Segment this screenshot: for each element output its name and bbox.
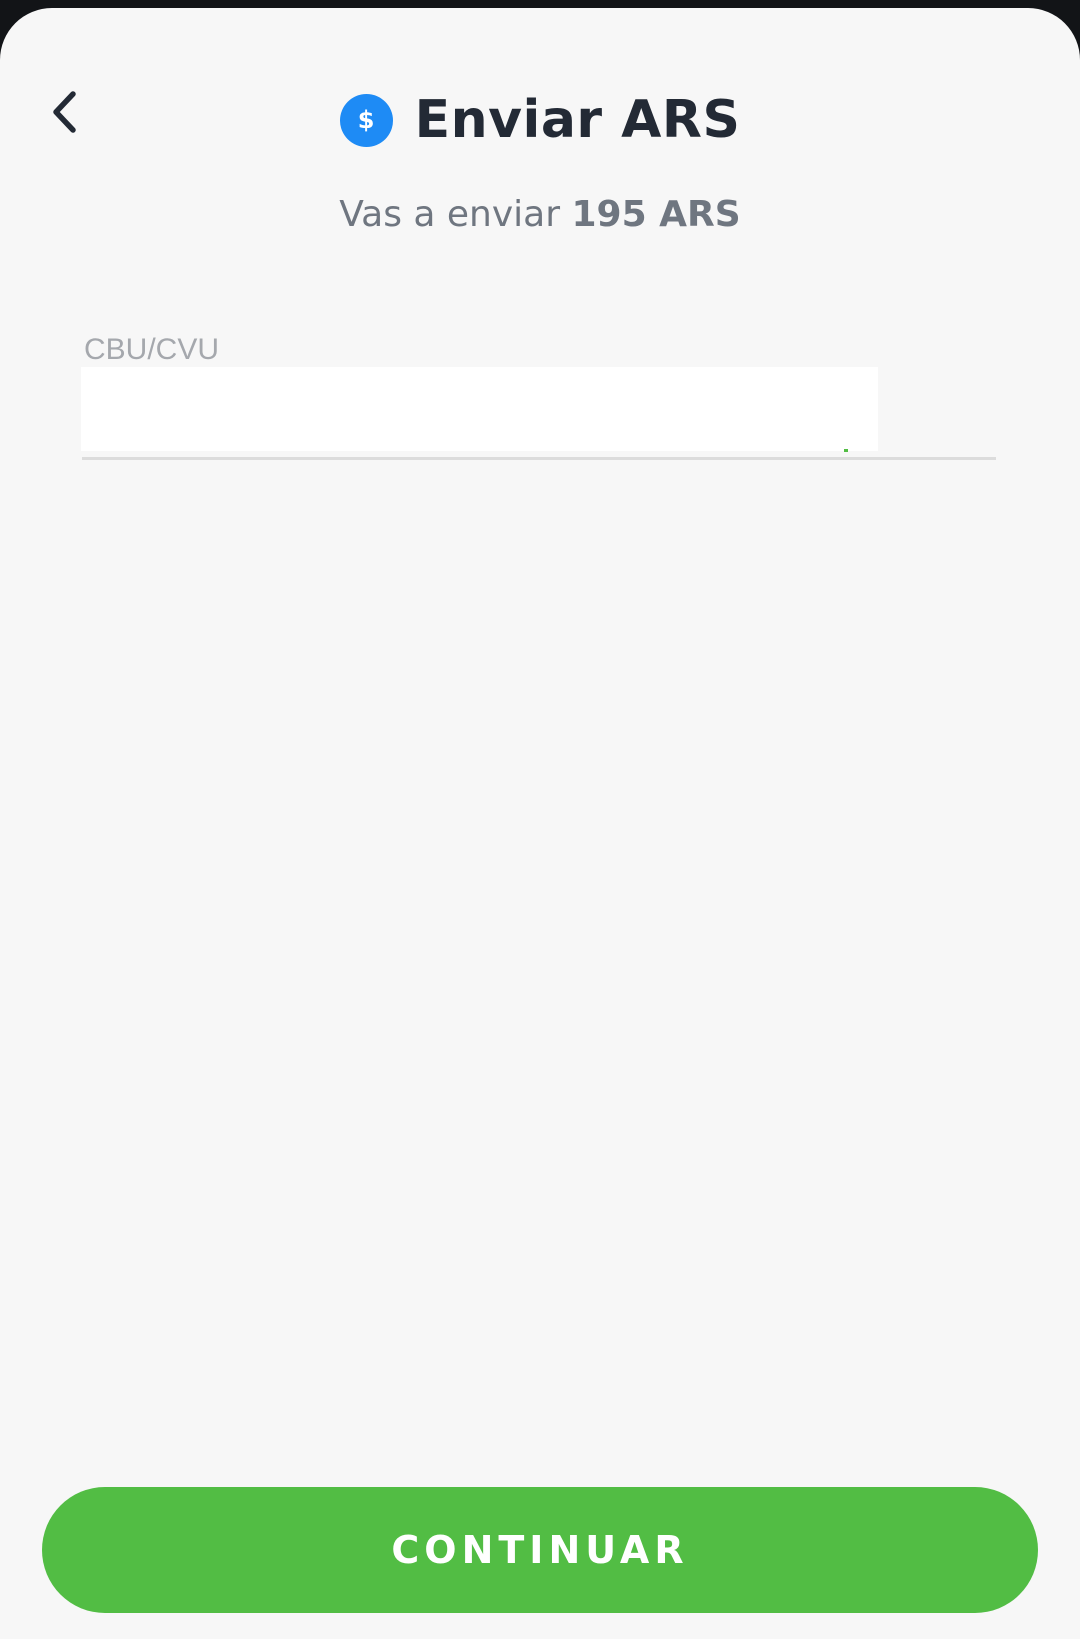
cbu-field-underline <box>82 457 996 460</box>
send-summary-prefix: Vas a enviar <box>339 194 561 235</box>
continue-button[interactable]: CONTINUAR <box>42 1487 1038 1613</box>
page-title: Enviar ARS <box>414 90 741 150</box>
dollar-sign-icon: $ <box>357 106 375 134</box>
screen-header: $ Enviar ARS <box>0 80 1080 160</box>
cbu-field-label: CBU/CVU <box>84 333 220 366</box>
send-amount: 195 ARS <box>571 194 741 235</box>
bottom-sheet: $ Enviar ARS Vas a enviar 195 ARS CBU/CV… <box>0 8 1080 1639</box>
cbu-input[interactable] <box>81 367 878 451</box>
ars-currency-icon: $ <box>339 93 393 147</box>
text-cursor <box>844 449 848 452</box>
continue-button-label: CONTINUAR <box>391 1528 689 1572</box>
send-summary: Vas a enviar 195 ARS <box>0 194 1080 235</box>
